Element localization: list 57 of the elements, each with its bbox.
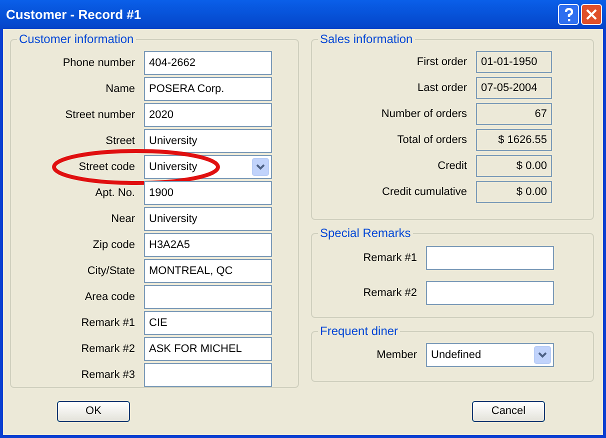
readonly-field: $ 0.00 [476,181,552,203]
field-label: City/State [86,264,135,279]
input-field[interactable] [144,363,272,387]
field-label: Number of orders [380,106,467,122]
field-label: Area code [84,290,135,305]
input-field[interactable]: CIE [144,311,272,335]
field-label: Remark #1 [80,316,135,331]
field-label: Near [110,212,135,227]
close-button[interactable] [581,4,602,25]
input-field[interactable] [144,285,272,309]
input-field[interactable] [426,246,554,270]
input-field[interactable]: University [144,207,272,231]
field-label: Remark #2 [80,342,135,357]
group-title: Frequent diner [319,323,400,340]
help-button[interactable] [558,4,579,25]
input-field[interactable]: POSERA Corp. [144,77,272,101]
input-field[interactable]: 404-2662 [144,51,272,75]
chevron-down-icon [534,346,551,364]
window-title: Customer - Record #1 [5,6,142,24]
field-label: Apt. No. [94,186,135,201]
dropdown[interactable]: Undefined [426,343,554,367]
field-label: Credit cumulative [381,184,467,200]
field-label: Remark #1 [362,250,417,266]
chevron-down-icon [252,158,269,176]
field-label: Name [104,82,135,97]
readonly-field: 67 [476,103,552,125]
field-label: Street [104,134,135,149]
readonly-field: 01-01-1950 [476,51,552,73]
dropdown[interactable]: University [144,155,272,179]
readonly-field: 07-05-2004 [476,77,552,99]
field-label: Remark #3 [80,368,135,383]
field-label: Phone number [62,56,135,71]
help-icon [564,8,574,22]
field-label: First order [416,54,467,70]
field-label: Street number [64,108,135,123]
input-field[interactable] [426,281,554,305]
input-field[interactable]: H3A2A5 [144,233,272,257]
input-field[interactable]: ASK FOR MICHEL [144,337,272,361]
readonly-field: $ 0.00 [476,155,552,177]
group-title: Special Remarks [319,225,412,242]
close-icon [586,9,597,20]
field-label: Total of orders [396,132,467,148]
cancel-button[interactable]: Cancel [472,401,545,422]
group-title: Customer information [18,31,135,48]
field-label: Remark #2 [362,286,417,301]
input-field[interactable]: MONTREAL, QC [144,259,272,283]
ok-button[interactable]: OK [57,401,130,422]
readonly-field: $ 1626.55 [476,129,552,151]
input-field[interactable]: 2020 [144,103,272,127]
field-label: Street code [78,160,135,175]
input-field[interactable]: 1900 [144,181,272,205]
field-label: Zip code [92,238,135,253]
field-label: Last order [416,80,467,96]
group-title: Sales information [319,31,414,48]
field-label: Credit [436,158,467,174]
field-label: Member [376,348,417,363]
input-field[interactable]: University [144,129,272,153]
